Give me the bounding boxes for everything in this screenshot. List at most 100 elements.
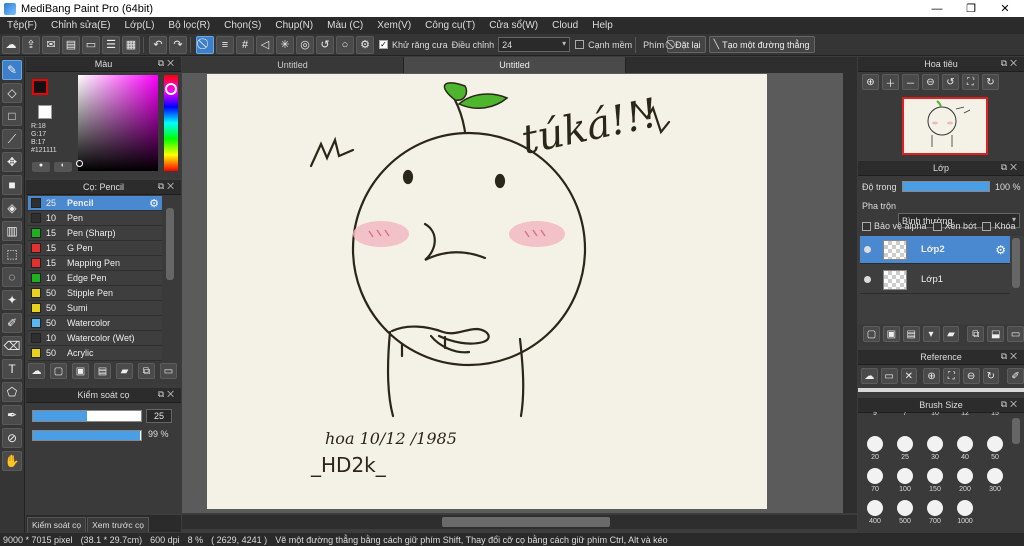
move-tool-icon[interactable]: ✥ — [2, 152, 22, 172]
brush-size-option[interactable]: 200 — [952, 468, 978, 500]
brush-size-option[interactable]: 40 — [952, 436, 978, 468]
menu-filter[interactable]: Bộ lọc(R) — [161, 20, 217, 31]
brush-size-option[interactable]: 500 — [892, 500, 918, 532]
menu-cloud[interactable]: Cloud — [545, 20, 585, 31]
radial-snap-icon[interactable]: ✳ — [276, 35, 294, 54]
new-layer-color-icon[interactable]: ▣ — [882, 326, 900, 342]
drawing-canvas[interactable]: túká!!! hoa 10/12 /1985 _HD2k_ — [207, 74, 767, 509]
brush-size-option[interactable]: 700 — [922, 500, 948, 532]
fill-shape-tool-icon[interactable]: ■ — [2, 175, 22, 195]
folder-icon[interactable]: ▰ — [942, 326, 960, 342]
brush-size-option[interactable]: 400 — [862, 500, 888, 532]
brush-copy-icon[interactable]: ⧉ — [138, 363, 155, 379]
reference-cloud-icon[interactable]: ☁ — [861, 368, 878, 384]
straight-line-button[interactable]: ╲ Tạo một đường thẳng — [708, 36, 815, 53]
horizontal-scroll-thumb[interactable] — [442, 517, 610, 527]
vertical-scrollbar[interactable] — [843, 73, 857, 513]
panel-controls-icon[interactable]: ⧉✕ — [158, 181, 177, 192]
crosshatch-snap-icon[interactable]: # — [236, 35, 254, 54]
brush-item[interactable]: 15 G Pen — [28, 241, 162, 256]
panel-controls-icon[interactable]: ⧉✕ — [158, 389, 177, 400]
gear-icon[interactable]: ⚙ — [995, 243, 1006, 257]
vanishing-snap-icon[interactable]: ◁ — [256, 35, 274, 54]
text-tool-icon[interactable]: T — [2, 359, 22, 379]
panel-controls-icon[interactable]: ⧉✕ — [1001, 58, 1020, 69]
brush-item[interactable]: 10 Pen — [28, 211, 162, 226]
add-layer-menu-icon[interactable]: ▾ — [922, 326, 940, 342]
operation-tool-icon[interactable]: ⬠ — [2, 382, 22, 402]
fit-screen-icon[interactable]: ⛶ — [962, 74, 979, 90]
close-button[interactable]: ✕ — [988, 0, 1022, 17]
menu-select[interactable]: Chọn(S) — [217, 20, 268, 31]
reference-fit-icon[interactable]: ⛶ — [943, 368, 960, 384]
reference-view[interactable] — [858, 388, 1024, 392]
menu-snap[interactable]: Chụp(N) — [268, 20, 320, 31]
reference-open-icon[interactable]: ▭ — [880, 368, 898, 384]
color-mode-button[interactable]: ◐ — [54, 162, 72, 172]
brush-list-scrollbar[interactable] — [166, 208, 174, 280]
brush-size-option[interactable]: 25 — [892, 436, 918, 468]
canvas-area[interactable]: túká!!! hoa 10/12 /1985 _HD2k_ — [182, 73, 857, 513]
brush-item[interactable]: 50 Stipple Pen — [28, 286, 162, 301]
reference-eyedropper-icon[interactable]: ✐ — [1007, 368, 1024, 384]
add-brush-icon[interactable]: ▣ — [72, 363, 89, 379]
curve-snap-icon[interactable]: ↺ — [316, 35, 334, 54]
panel-controls-icon[interactable]: ⧉✕ — [1001, 399, 1020, 410]
visibility-icon[interactable] — [864, 246, 871, 253]
circle-snap-icon[interactable]: ◎ — [296, 35, 314, 54]
list-icon[interactable]: ☰ — [102, 35, 120, 54]
select-rect-tool-icon[interactable]: ⬚ — [2, 244, 22, 264]
gradient-tool-icon[interactable]: ▥ — [2, 221, 22, 241]
brush-size-option[interactable]: 20 — [862, 436, 888, 468]
brush-item[interactable]: 10 Watercolor (Wet) — [28, 331, 162, 346]
parallel-snap-icon[interactable]: ≡ — [216, 35, 234, 54]
reset-button[interactable]: ⃠ Đặt lại — [667, 36, 706, 53]
secondary-color-swatch[interactable] — [38, 105, 52, 119]
edge-checkbox[interactable] — [575, 40, 585, 49]
tab-brush-preview[interactable]: Xem trước cọ — [87, 517, 150, 532]
brush-item[interactable]: 15 Mapping Pen — [28, 256, 162, 271]
brush-item[interactable]: 50 Watercolor — [28, 316, 162, 331]
hue-cursor[interactable] — [165, 83, 177, 95]
comment-icon[interactable]: ✉ — [42, 35, 60, 54]
bucket-tool-icon[interactable]: ◈ — [2, 198, 22, 218]
brush-cloud-icon[interactable]: ☁ — [28, 363, 45, 379]
new-layer-icon[interactable]: ▢ — [863, 326, 880, 342]
menu-help[interactable]: Help — [585, 20, 620, 31]
correction-select[interactable]: 24 ▾ — [498, 37, 571, 52]
minimize-button[interactable]: — — [920, 0, 954, 17]
zoom-reset-icon[interactable]: ⊖ — [922, 74, 939, 90]
brush-size-option[interactable]: 150 — [922, 468, 948, 500]
panel-controls-icon[interactable]: ⧉✕ — [158, 58, 177, 69]
brush-size-option[interactable]: 100 — [892, 468, 918, 500]
layer-row-1[interactable]: Lớp2 ⚙ — [860, 236, 1010, 264]
line-tool-icon[interactable]: ⟋ — [2, 129, 22, 149]
antialias-checkbox[interactable]: ✓ — [379, 40, 388, 49]
rotate-left-icon[interactable]: ↺ — [942, 74, 959, 90]
grid-icon[interactable]: ▦ — [122, 35, 140, 54]
menu-edit[interactable]: Chỉnh sửa(E) — [44, 20, 118, 31]
panel-controls-icon[interactable]: ⧉✕ — [1001, 351, 1020, 362]
rectangle-tool-icon[interactable]: □ — [2, 106, 22, 126]
brush-size-option[interactable]: 50 — [982, 436, 1008, 468]
share-icon[interactable]: ⇪ — [22, 35, 40, 54]
visibility-icon[interactable] — [864, 276, 871, 283]
layer-scrollbar[interactable] — [1012, 238, 1020, 288]
zoom-in-icon[interactable]: ＋ — [882, 74, 899, 90]
ring-snap-icon[interactable]: ○ — [336, 35, 354, 54]
brush-delete-icon[interactable]: ▭ — [160, 363, 177, 379]
reference-zoom-out-icon[interactable]: ⊖ — [962, 368, 980, 384]
select-eraser-tool-icon[interactable]: ⌫ — [2, 336, 22, 356]
redo-icon[interactable]: ↷ — [169, 35, 187, 54]
eyedropper-tool-icon[interactable]: ⊘ — [2, 428, 22, 448]
chat-icon[interactable]: ▤ — [62, 35, 80, 54]
new-halftone-layer-icon[interactable]: ▤ — [902, 326, 920, 342]
saturation-value-picker[interactable] — [78, 75, 158, 171]
brush-size-option[interactable]: 1000 — [952, 500, 978, 532]
color-add-button[interactable]: ● — [32, 162, 50, 172]
document-icon[interactable]: ▭ — [82, 35, 100, 54]
brush-tool-icon[interactable]: ✎ — [2, 60, 22, 80]
menu-file[interactable]: Tệp(F) — [0, 20, 44, 31]
primary-color-swatch[interactable] — [32, 79, 48, 95]
maximize-button[interactable]: ❐ — [954, 0, 988, 17]
